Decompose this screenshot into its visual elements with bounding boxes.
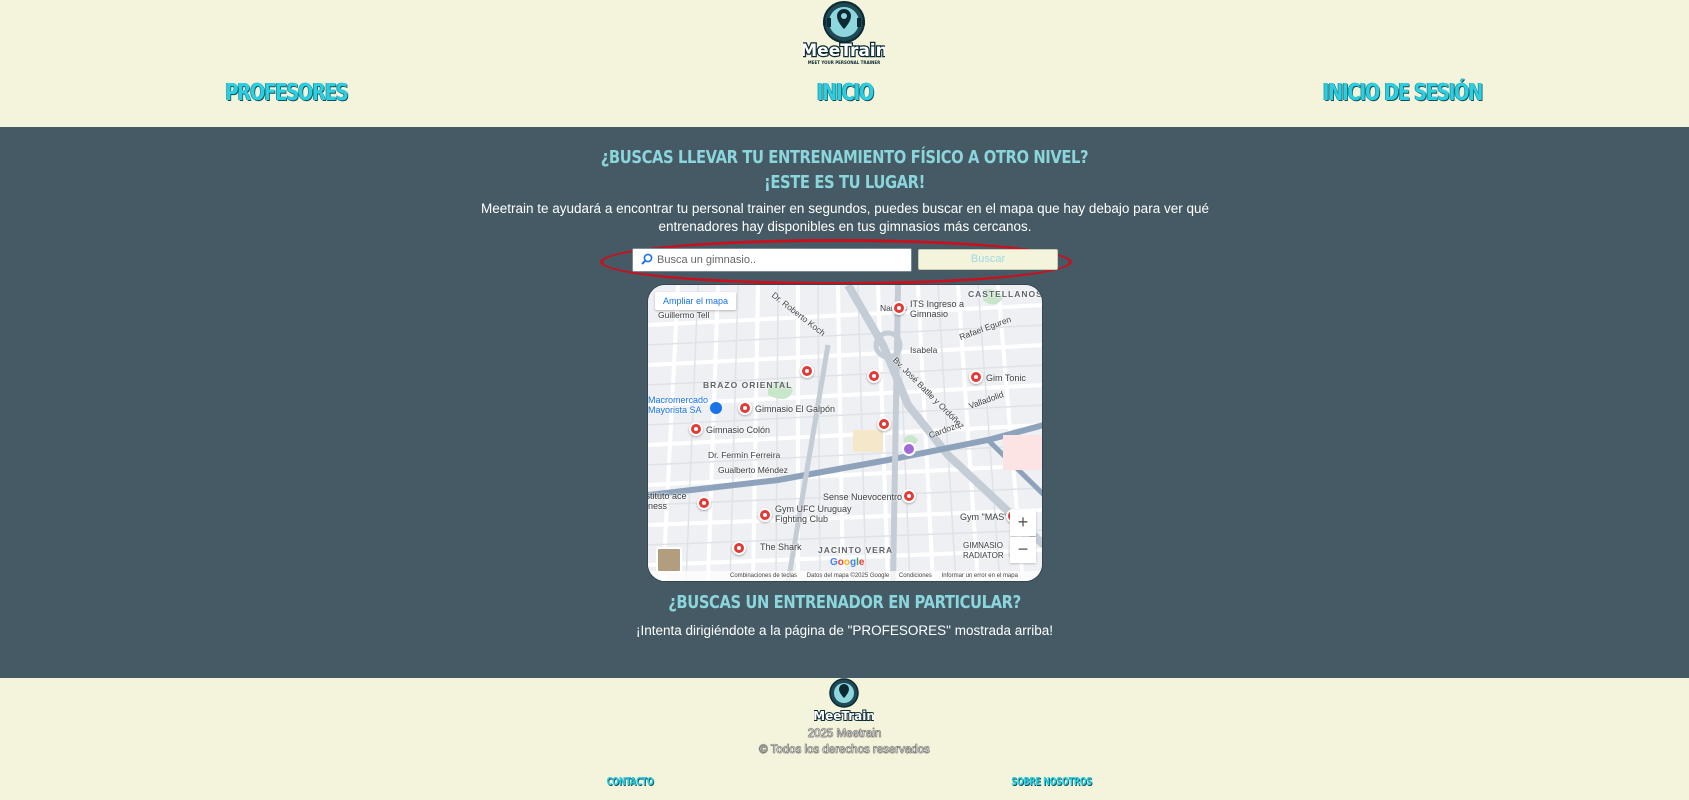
map-place-label[interactable]: GIMNASIO RADIATOR [963,541,1013,561]
svg-text:MEET YOUR PERSONAL TRAINER: MEET YOUR PERSONAL TRAINER [808,60,880,65]
map-place-label[interactable]: ITS Ingreso a Gimnasio [910,299,970,319]
map-place-label[interactable]: The Shark [760,542,802,552]
footer-year: 2025 Meetrain [807,728,882,740]
map-place-label[interactable]: Macromercado Mayorista SA [648,395,718,415]
map-pin[interactable] [689,422,703,436]
map-street-label: Dr. Fermín Ferreira [708,450,781,460]
search-button[interactable]: Buscar [918,249,1058,270]
satellite-view-toggle[interactable] [656,547,682,573]
zoom-out-button[interactable]: − [1010,537,1036,563]
google-logo: Google [830,557,865,568]
secondary-description: ¡Intenta dirigiéndote a la página de "PR… [635,623,1054,638]
report-error-link[interactable]: Informar un error en el mapa [942,573,1018,579]
map-district-label: CASTELLANOS [968,289,1043,299]
map-place-label[interactable]: Gym UFC Uruguay Fighting Club [775,504,855,524]
map-pin[interactable] [877,417,891,431]
map-pin[interactable] [969,370,983,384]
keyboard-shortcuts-link[interactable]: Combinaciones de teclas [730,573,797,579]
search-input[interactable] [657,249,907,271]
map-pin[interactable] [758,508,772,522]
nav-login-link[interactable]: INICIO DE SESIÓN [1315,80,1491,106]
map-pin[interactable] [732,541,746,555]
map-street-label: Isabela [910,345,938,355]
map-attribution: Combinaciones de teclas Datos del mapa ©… [648,571,1042,581]
hero-description: Meetrain te ayudará a encontrar tu perso… [481,201,1209,234]
svg-text:MeeTrain: MeeTrain [803,41,885,61]
place-marker-icon[interactable] [902,442,916,456]
zoom-in-button[interactable]: + [1010,510,1036,536]
hero-subtitle: ¡ESTE ES TU LUGAR! [764,172,925,193]
footer-about-link[interactable]: SOBRE NOSOTROS [1011,775,1092,788]
meetrain-logo[interactable]: MeeTrain MEET YOUR PERSONAL TRAINER [803,0,885,68]
footer: MeeTrain 2025 Meetrain © Todos los derec… [0,678,1689,800]
map-pin[interactable] [800,364,814,378]
hero-title: ¿BUSCAS LLEVAR TU ENTRENAMIENTO FÍSICO A… [600,147,1089,168]
map-place-label[interactable]: Gim Tonic [986,373,1026,383]
footer-contact-link[interactable]: CONTACTO [600,775,660,788]
main-section: ¿BUSCAS LLEVAR TU ENTRENAMIENTO FÍSICO A… [0,127,1689,678]
map-data-text: Datos del mapa ©2025 Google [806,573,890,579]
header: MeeTrain MEET YOUR PERSONAL TRAINER PROF… [0,0,1689,127]
map-pin[interactable] [902,489,916,503]
map-street-label: Guillermo Tell [658,310,710,320]
map-place-label[interactable]: Sense Nuevocentro [823,492,902,502]
terms-link[interactable]: Condiciones [899,573,932,579]
map-pin[interactable] [738,401,752,415]
map-pin[interactable] [697,496,711,510]
footer-rights: © Todos los derechos reservados [759,744,930,756]
footer-logo: MeeTrain [814,678,874,724]
map-place-label[interactable]: Gym "MAS" [960,512,1007,522]
map-street-label: Gualberto Méndez [718,465,788,475]
map-expand-link[interactable]: Ampliar el mapa [655,292,737,310]
map-pin[interactable] [892,301,906,315]
secondary-title: ¿BUSCAS UN ENTRENADOR EN PARTICULAR? [668,592,1021,613]
shopping-cart-icon[interactable] [710,402,722,414]
map-embed[interactable]: Ampliar el mapa CASTELLANOS BRAZO ORIENT… [647,284,1043,582]
map-place-label[interactable]: Instituto ace Fitness [648,491,698,511]
search-field[interactable] [632,248,912,272]
map-pin[interactable] [867,369,881,383]
map-district-label: JACINTO VERA [818,545,894,555]
svg-text:MeeTrain: MeeTrain [814,709,874,723]
nav-profesores-link[interactable]: PROFESORES [211,80,362,106]
nav-inicio-link[interactable]: INICIO [806,80,884,106]
map-district-label: BRAZO ORIENTAL [703,380,793,390]
search-icon [641,253,653,265]
map-place-label[interactable]: Gimnasio Colón [706,425,770,435]
map-place-label[interactable]: Gimnasio El Galpón [755,404,835,414]
